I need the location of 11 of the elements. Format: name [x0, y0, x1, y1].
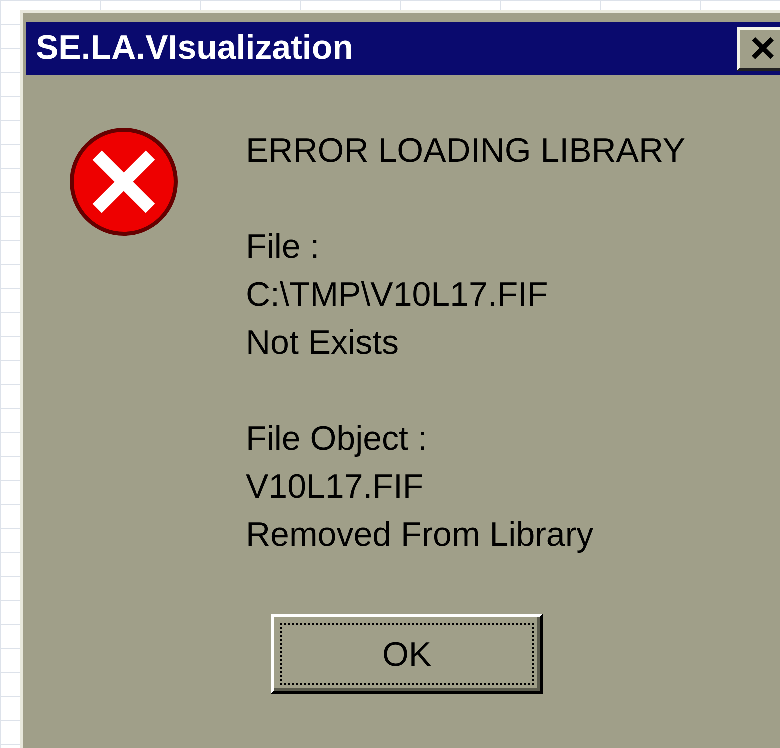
error-icon — [69, 127, 179, 237]
message-text: V10L17.FIF — [246, 467, 425, 508]
message-text: File Object : — [246, 419, 428, 460]
message-text: Not Exists — [246, 323, 400, 364]
message-text: C:\TMP\V10L17.FIF — [246, 275, 550, 316]
ok-button[interactable]: OK — [271, 614, 543, 694]
message-text: Removed From Library — [246, 515, 595, 556]
message-text: File : — [246, 227, 321, 268]
message-text: ERROR LOADING LIBRARY — [246, 131, 686, 172]
close-button[interactable]: × — [737, 26, 780, 70]
window-title: SE.LA.VIsualization — [36, 28, 354, 69]
